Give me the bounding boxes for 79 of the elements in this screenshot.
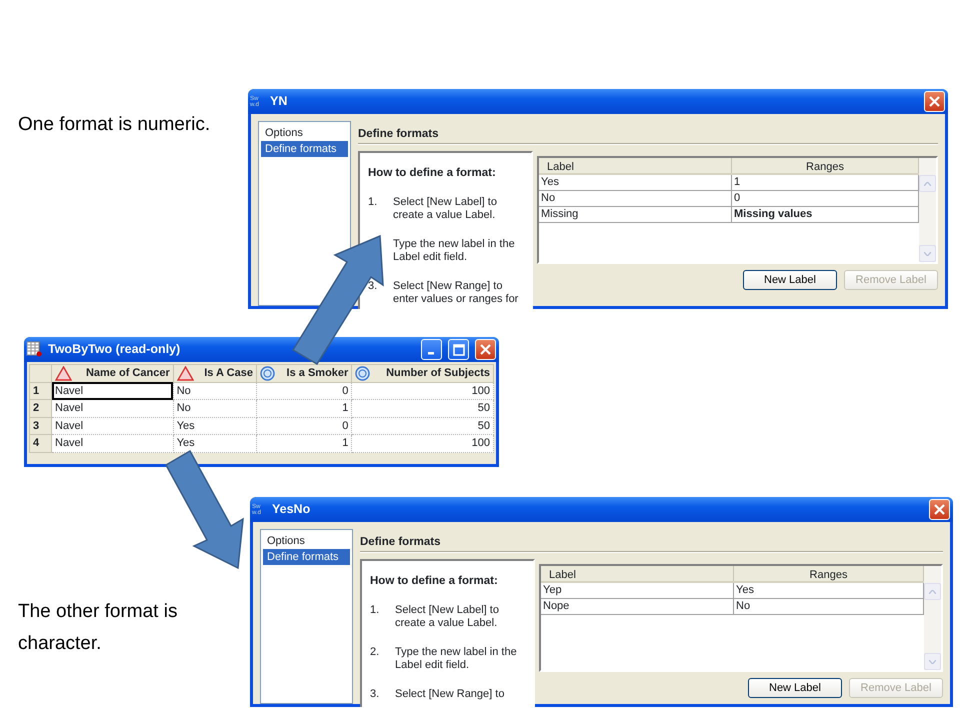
step-text: Label edit field. (393, 250, 468, 264)
row-header[interactable]: 2 (30, 400, 52, 417)
table-cell[interactable]: Navel (52, 382, 174, 400)
warning-triangle-icon (176, 366, 194, 381)
column-title: Number of Subjects (386, 366, 490, 381)
step-number: 2. (370, 646, 380, 658)
close-button[interactable] (924, 91, 945, 112)
table-cell[interactable]: No (173, 400, 256, 417)
column-title: Is A Case (204, 366, 253, 381)
section-heading: Define formats (360, 535, 442, 550)
caption: One format is numeric. (18, 113, 210, 137)
window-title: YN (270, 93, 288, 110)
sidebar-item[interactable]: Define formats (263, 549, 350, 565)
close-icon[interactable] (929, 96, 940, 107)
close-button[interactable] (929, 499, 950, 520)
caption: The other format is character. (18, 600, 178, 656)
close-button[interactable] (475, 339, 496, 360)
sidebar-item[interactable]: Define formats (261, 141, 348, 157)
table-cell-text: No (735, 599, 752, 614)
table-cell[interactable]: 50 (352, 417, 494, 434)
circle-icon (260, 366, 275, 381)
row-header[interactable]: 1 (30, 382, 52, 400)
table-cell[interactable]: Navel (52, 417, 174, 434)
step-text: Type the new label in the (395, 646, 518, 658)
step-number: 1. (368, 196, 378, 208)
window-title: TwoByTwo (read-only) (48, 341, 180, 358)
minimize-button[interactable] (421, 339, 442, 360)
step-number: 3. (370, 688, 380, 700)
table-cell[interactable]: Navel (52, 400, 174, 417)
step-text: create a value Label. (393, 208, 496, 222)
instructions-title: How to define a format: (370, 574, 499, 590)
close-icon[interactable] (480, 344, 491, 355)
step-text: Type the new label in the (393, 238, 516, 250)
step-text: Select [New Label] to (395, 604, 500, 616)
table-cell[interactable]: 100 (352, 382, 494, 400)
table-cell[interactable]: 0 (256, 417, 352, 434)
row-header[interactable]: 3 (30, 417, 52, 434)
table-cell: Missing (539, 207, 732, 222)
table-cell: Yep (541, 583, 734, 598)
table-cell: No (539, 191, 732, 206)
table-cell-text: Yes (735, 583, 755, 598)
sidebar-item[interactable]: Options (261, 125, 348, 141)
maximize-icon[interactable] (452, 344, 464, 356)
table-cell[interactable]: 0 (256, 382, 352, 400)
dialog-button[interactable]: New Label (748, 678, 842, 698)
table-cell[interactable]: 1 (256, 434, 352, 452)
column-header[interactable]: Label (539, 158, 732, 174)
step-text: Label edit field. (395, 658, 470, 672)
step-text: create a value Label. (395, 616, 498, 630)
table-cell-text: Missing values (733, 207, 814, 222)
table-cell-text: 1 (733, 175, 742, 190)
dialog-button[interactable]: New Label (743, 270, 837, 290)
sidebar-item[interactable]: Options (263, 533, 350, 549)
circle-icon (355, 366, 370, 381)
row-header[interactable]: 4 (30, 434, 52, 452)
table-cell: Nope (541, 599, 734, 614)
column-title: Is a Smoker (286, 366, 348, 381)
step-number: 3. (368, 280, 378, 292)
table-cell-text: 0 (733, 191, 742, 206)
instructions-title: How to define a format: (368, 166, 497, 182)
step-text: Select [New Label] to (393, 196, 498, 208)
step-number: 1. (370, 604, 380, 616)
step-text: Select [New Range] to (393, 280, 504, 292)
step-text: Select [New Range] to (395, 688, 506, 700)
table-cell[interactable]: Yes (173, 417, 256, 434)
column-title: Name of Cancer (86, 366, 170, 381)
table-cell: Yes (539, 175, 732, 190)
table-cell[interactable]: No (173, 382, 256, 400)
column-header[interactable]: Label (541, 566, 734, 582)
table-cell[interactable]: Navel (52, 434, 174, 452)
table-cell[interactable]: 100 (352, 434, 494, 452)
table-cell[interactable]: 1 (256, 400, 352, 417)
window-title: YesNo (272, 501, 310, 518)
step-text: enter values or ranges for (393, 292, 520, 306)
section-heading: Define formats (358, 127, 440, 142)
close-icon[interactable] (934, 504, 945, 515)
table-cell[interactable]: 50 (352, 400, 494, 417)
warning-triangle-icon (55, 366, 72, 381)
maximize-button[interactable] (448, 339, 469, 360)
